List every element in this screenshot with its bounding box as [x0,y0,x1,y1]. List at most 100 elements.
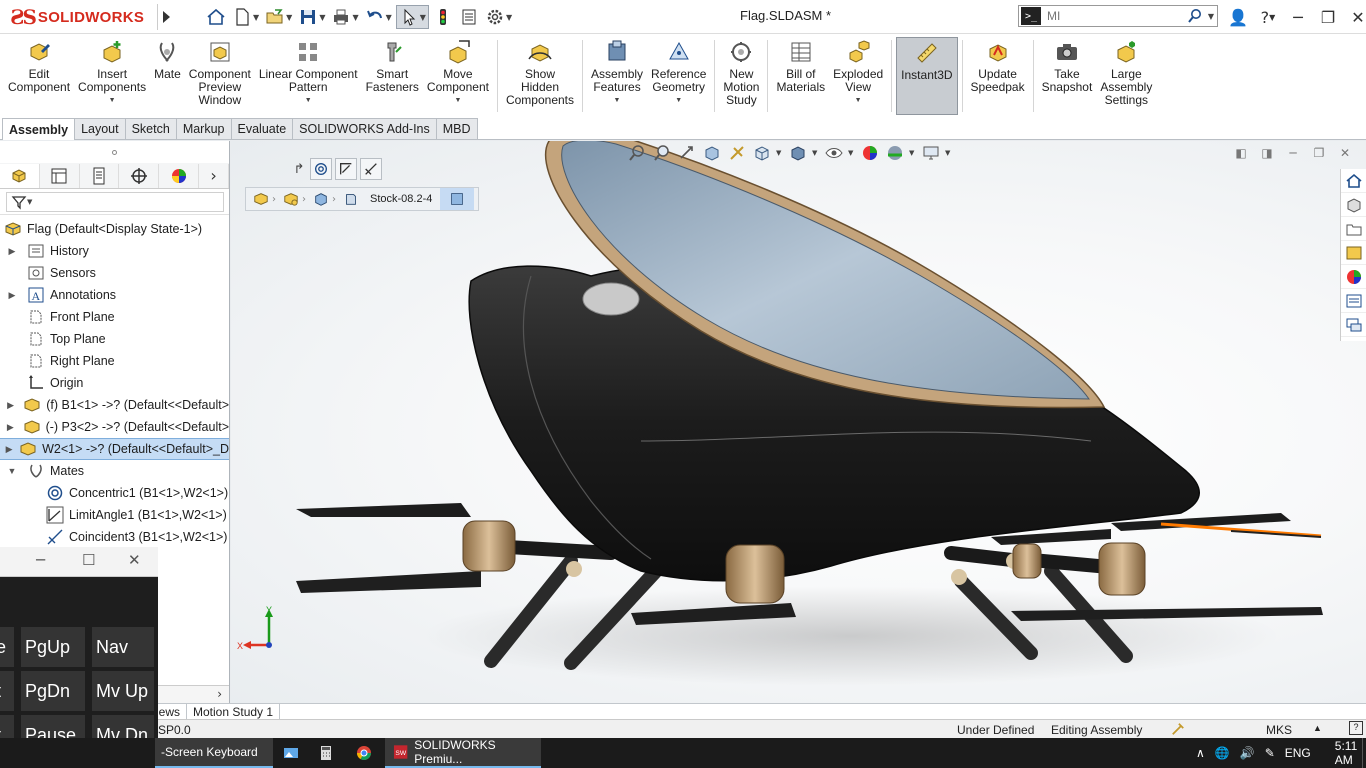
ribbon-move-component-button[interactable]: Move Component ▼ [423,37,493,115]
previous-view-button[interactable] [676,142,698,164]
tree-item[interactable]: Sensors [0,262,229,284]
tab-markup[interactable]: Markup [175,118,232,139]
ribbon-large-assembly-button[interactable]: Large Assembly Settings [1096,37,1156,115]
tab-configuration-manager[interactable] [80,163,120,188]
keyboard-key[interactable]: e [0,627,14,667]
task-pane-file-explorer[interactable] [1341,217,1366,241]
chevron-down-icon[interactable]: ▼ [945,149,953,157]
expand-arrow-icon[interactable]: ▶ [3,444,15,455]
breadcrumb-body[interactable] [340,188,362,210]
ribbon-linear-pattern-button[interactable]: Linear Component Pattern ▼ [255,37,362,115]
viewport-right-button[interactable]: ◨ [1260,146,1274,160]
viewport-restore-button[interactable]: ❐ [1312,146,1326,160]
chevron-down-icon[interactable]: ▼ [109,94,116,107]
chevron-down-icon[interactable]: ▼ [675,94,682,107]
search-icon[interactable] [1187,8,1203,24]
tree-item[interactable]: ▼ Mates [0,460,229,482]
breadcrumb-assembly[interactable] [250,188,272,210]
chevron-down-icon[interactable]: ▼ [776,149,784,157]
tree-item[interactable]: ▶ W2<1> ->? (Default<<Default>_D [0,438,229,460]
keyboard-close-button[interactable]: ✕ [128,551,141,569]
coincident-button[interactable] [360,158,382,180]
drone-assembly-model[interactable] [231,141,1366,703]
notification-icon[interactable]: ✎ [1265,746,1275,760]
zoom-to-fit-button[interactable] [626,142,648,164]
zoom-area-button[interactable] [651,142,673,164]
panel-grip[interactable] [0,141,229,163]
keyboard-key[interactable]: PgUp [21,627,85,667]
user-account-button[interactable]: 👤 [1226,5,1250,29]
viewport-left-button[interactable]: ◧ [1234,146,1248,160]
tab-display-manager[interactable] [159,163,200,188]
tab-feature-tree[interactable] [0,163,40,188]
save-button[interactable]: ▼ [296,5,327,29]
chevron-down-icon[interactable]: ▼ [848,149,856,157]
tab-layout[interactable]: Layout [74,118,126,139]
task-pane-view-palette[interactable] [1341,241,1366,265]
chevron-right-icon[interactable]: › [217,687,222,701]
tree-item[interactable]: ▶ (f) B1<1> ->? (Default<<Default> [0,394,229,416]
units-chevron-icon[interactable]: ▲ [1313,723,1322,733]
display-style-button[interactable] [787,142,809,164]
keyboard-key[interactable]: Nav [92,627,154,667]
filter-input[interactable]: ▼ [6,191,224,212]
tab-property-manager[interactable] [40,163,80,188]
collapse-arrow-icon[interactable]: ▼ [3,466,21,476]
keyboard-minimize-button[interactable]: ─ [36,551,45,569]
taskbar-photos-button[interactable] [283,738,303,768]
tree-item[interactable]: ▶ (-) P3<2> ->? (Default<<Default> [0,416,229,438]
task-pane-home[interactable] [1341,169,1366,193]
ribbon-edit-component-button[interactable]: Edit Component [4,37,74,115]
close-button[interactable]: ✕ [1346,5,1366,29]
chevron-down-icon[interactable]: ▼ [614,94,621,107]
graphics-area[interactable]: Y X ▼ ▼ ▼ ▼ ▼ ↱ › › › Stock-08.2-4 ◧ ◨ ─… [231,141,1366,703]
volume-icon[interactable]: 🔊 [1240,746,1255,760]
tab-solidworks-add-ins[interactable]: SOLIDWORKS Add-Ins [292,118,437,139]
solidworks-logo[interactable]: ƧS SOLIDWORKS [0,0,156,34]
tree-item[interactable]: ▶ History [0,240,229,262]
task-pane-forum[interactable] [1341,313,1366,337]
breadcrumb-face[interactable] [440,188,475,210]
ribbon-smart-fasteners-button[interactable]: Smart Fasteners [362,37,423,115]
tab-mbd[interactable]: MBD [435,118,478,139]
ribbon-insert-components-button[interactable]: Insert Components ▼ [74,37,150,115]
status-expand-icon[interactable]: ? [1349,721,1363,735]
tree-root[interactable]: Flag (Default<Display State-1>) [0,218,229,240]
help-button[interactable]: ? ▼ [1256,5,1280,29]
search-input[interactable] [1047,9,1177,23]
tab-assembly[interactable]: Assembly [2,118,76,140]
expand-arrow-icon[interactable]: ▶ [3,246,21,257]
section-view-button[interactable] [701,142,723,164]
tree-item[interactable]: Concentric1 (B1<1>,W2<1>) [0,482,229,504]
taskbar-calculator-button[interactable] [318,738,338,768]
expand-arrow-icon[interactable]: ▶ [3,290,21,301]
model-tab[interactable]: Motion Study 1 [186,704,281,720]
taskbar-chrome-button[interactable] [356,738,376,768]
limit-angle-button[interactable] [335,158,357,180]
apply-scene-button[interactable] [884,142,906,164]
new-document-button[interactable]: ▼ [230,5,261,29]
tree-item[interactable]: Front Plane [0,306,229,328]
ribbon-motion-study-button[interactable]: New Motion Study [719,37,763,115]
hide-show-items-button[interactable] [823,142,845,164]
open-button[interactable]: ▼ [263,5,294,29]
restore-button[interactable]: ❐ [1316,5,1340,29]
more-tabs-button[interactable]: › [199,163,229,188]
ribbon-show-hidden-button[interactable]: Show Hidden Components [502,37,578,115]
ribbon-assembly-features-button[interactable]: Assembly Features ▼ [587,37,647,115]
expand-arrow-icon[interactable]: ▶ [3,400,18,411]
rebuild-status-icon[interactable] [1170,722,1186,739]
dynamic-annotation-button[interactable] [726,142,748,164]
menu-expand-arrow[interactable] [157,4,175,30]
tree-item[interactable]: Right Plane [0,350,229,372]
chevron-down-icon[interactable]: ▼ [1208,12,1214,21]
keyboard-maximize-button[interactable]: ☐ [82,551,95,569]
network-icon[interactable]: 🌐 [1215,746,1230,760]
breadcrumb-text[interactable]: Stock-08.2-4 [362,193,440,205]
tab-dimxpert[interactable] [119,163,160,188]
tree-item[interactable]: LimitAngle1 (B1<1>,W2<1>) [0,504,229,526]
view-settings-button[interactable] [920,142,942,164]
chevron-down-icon[interactable]: ▼ [909,149,917,157]
options-button[interactable]: ▼ [483,5,514,29]
ribbon-component-preview-button[interactable]: Component Preview Window [185,37,255,115]
